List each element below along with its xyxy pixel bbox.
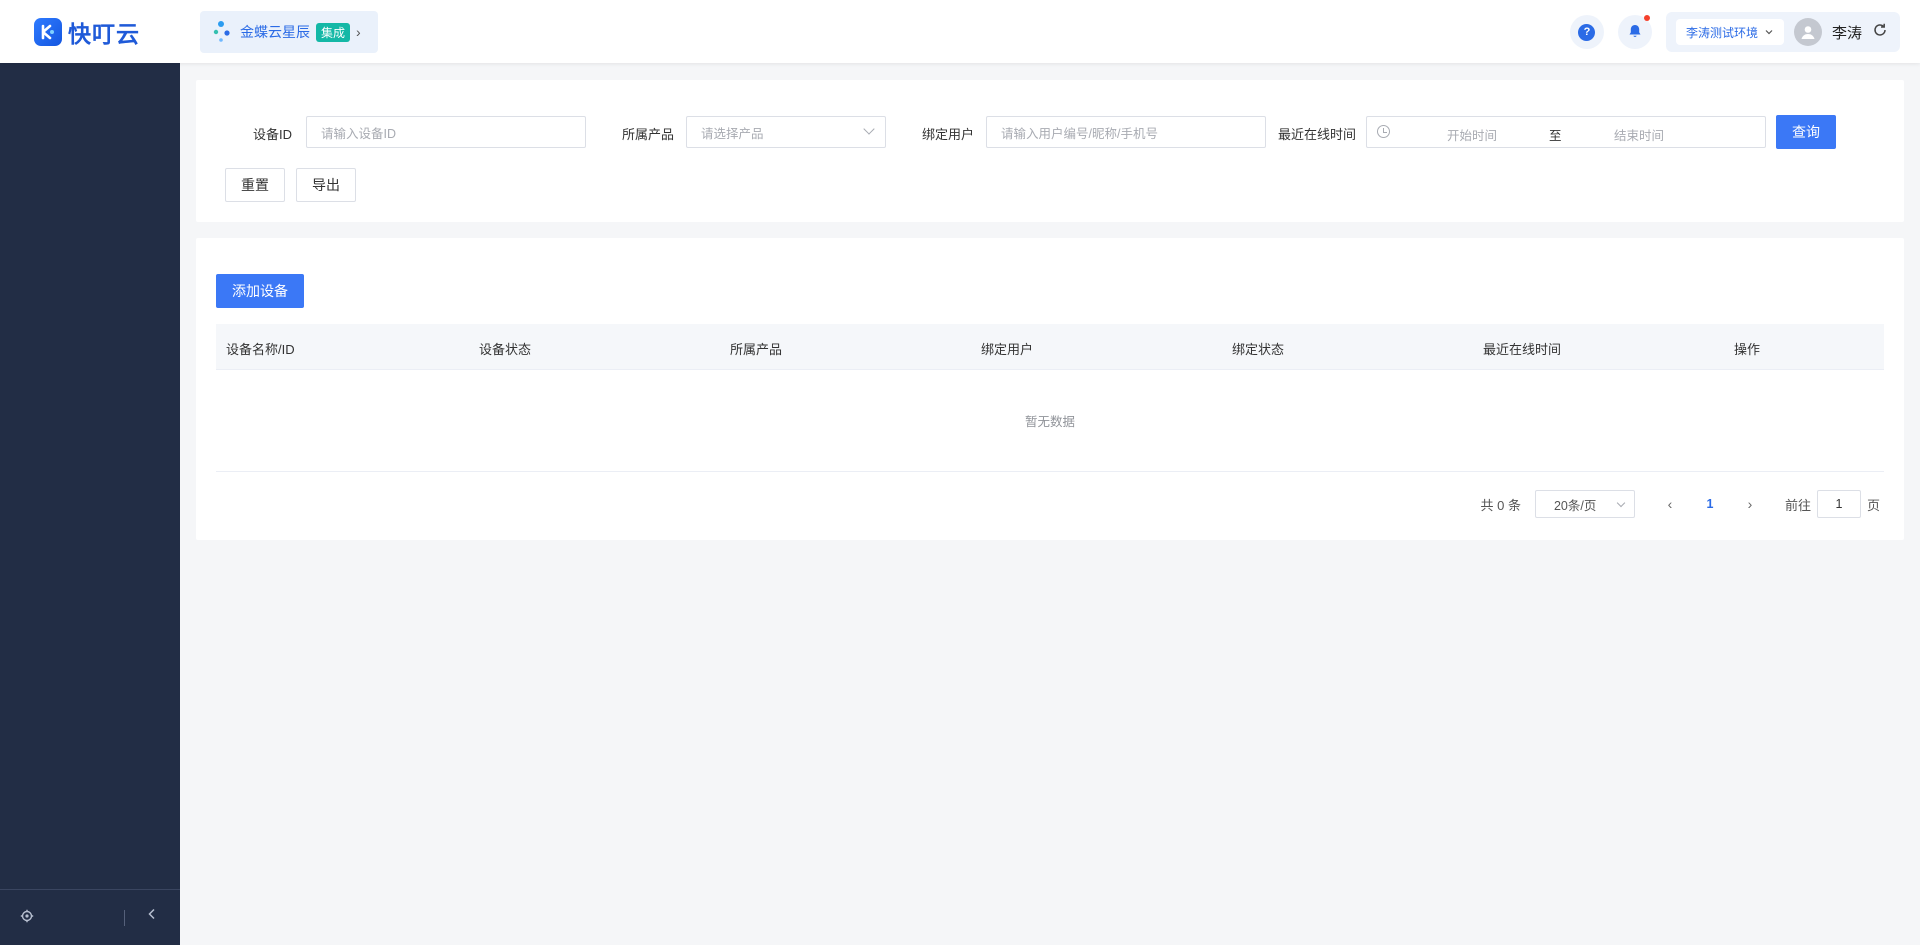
- sidebar-footer: [0, 889, 180, 945]
- avatar-icon[interactable]: [1793, 18, 1822, 46]
- pagination: 共 0 条 20条/页 ‹ 1 › 前往 页: [1480, 490, 1880, 518]
- logo-text: 快叮云: [68, 21, 140, 47]
- range-separator: 至: [1549, 129, 1562, 143]
- environment-label: 李涛测试环境: [1685, 25, 1758, 40]
- add-device-button[interactable]: 添加设备: [216, 274, 304, 308]
- query-button[interactable]: 查询: [1776, 115, 1836, 149]
- clock-icon: [1377, 125, 1390, 138]
- help-icon: ?: [1578, 23, 1596, 41]
- page-number-current[interactable]: 1: [1695, 497, 1725, 511]
- bell-icon: [1627, 23, 1643, 42]
- reset-button[interactable]: 重置: [225, 168, 285, 202]
- logo-icon: [34, 18, 62, 46]
- help-button[interactable]: ?: [1569, 15, 1604, 49]
- environment-select[interactable]: 李涛测试环境: [1675, 19, 1784, 45]
- header-actions: ? 李涛测试环境 李涛: [1569, 12, 1900, 52]
- table-header-cell: 设备名称/ID: [226, 342, 295, 357]
- notification-dot: [1643, 15, 1650, 21]
- table-header-cell: 绑定状态: [1232, 342, 1285, 357]
- page-size-value: 20条/页: [1553, 498, 1597, 513]
- table-header: 设备名称/ID 设备状态 所属产品 绑定用户 绑定状态 最近在线时间 操作: [216, 324, 1884, 370]
- table-header-cell: 所属产品: [730, 342, 783, 357]
- chevron-down-icon: [863, 123, 875, 135]
- notification-button[interactable]: [1617, 15, 1652, 49]
- page-suffix: 页: [1866, 497, 1880, 513]
- start-time-input[interactable]: 开始时间: [1447, 125, 1497, 144]
- chevron-down-icon: [1616, 498, 1626, 508]
- logo[interactable]: 快叮云: [34, 17, 140, 47]
- pagination-total: 共 0 条: [1480, 497, 1521, 513]
- last-online-label: 最近在线时间: [1278, 127, 1357, 142]
- chevron-down-icon: [1765, 30, 1773, 35]
- bind-user-label: 绑定用户: [922, 127, 975, 142]
- sidebar: [0, 63, 180, 945]
- table-header-cell: 设备状态: [479, 342, 532, 357]
- top-header: 快叮云 金蝶云星辰 集成 › ? 李涛测试环境 李涛: [0, 0, 1920, 63]
- table-header-cell: 操作: [1734, 342, 1761, 357]
- brand-tag-badge: 集成: [316, 22, 351, 42]
- device-id-placeholder: 请输入设备ID: [321, 126, 397, 141]
- filter-panel: 设备ID 请输入设备ID 所属产品 请选择产品 绑定用户 请输入用户编号/昵称/…: [196, 80, 1904, 222]
- next-page-icon[interactable]: ›: [1735, 496, 1765, 512]
- product-label: 所属产品: [622, 127, 675, 142]
- last-online-range[interactable]: 开始时间 至 结束时间: [1366, 116, 1766, 148]
- user-name[interactable]: 李涛: [1832, 22, 1862, 43]
- chevron-right-icon: ›: [356, 24, 361, 40]
- end-time-input[interactable]: 结束时间: [1614, 125, 1664, 144]
- user-area: 李涛测试环境 李涛: [1665, 12, 1900, 52]
- product-placeholder: 请选择产品: [701, 126, 764, 141]
- brand-switcher[interactable]: 金蝶云星辰 集成 ›: [200, 11, 378, 53]
- export-button[interactable]: 导出: [296, 168, 356, 202]
- product-select[interactable]: 请选择产品: [686, 116, 886, 148]
- table-header-cell: 最近在线时间: [1483, 342, 1562, 357]
- table-header-cell: 绑定用户: [981, 342, 1034, 357]
- page-size-select[interactable]: 20条/页: [1534, 490, 1635, 518]
- bind-user-placeholder: 请输入用户编号/昵称/手机号: [1001, 126, 1158, 141]
- device-id-label: 设备ID: [253, 127, 293, 142]
- collapse-icon[interactable]: [146, 907, 158, 925]
- brand-name: 金蝶云星辰: [240, 24, 310, 40]
- bind-user-input[interactable]: 请输入用户编号/昵称/手机号: [986, 116, 1266, 148]
- goto-label: 前往: [1784, 497, 1811, 513]
- brand-dots-icon: [212, 19, 234, 46]
- device-id-input[interactable]: 请输入设备ID: [306, 116, 586, 148]
- refresh-icon[interactable]: [1872, 22, 1888, 43]
- sidebar-footer-divider: [124, 910, 125, 926]
- device-table-panel: 添加设备 设备名称/ID 设备状态 所属产品 绑定用户 绑定状态 最近在线时间 …: [196, 238, 1904, 540]
- table-empty-state: 暂无数据: [216, 370, 1884, 472]
- gear-icon[interactable]: [20, 909, 34, 926]
- prev-page-icon[interactable]: ‹: [1655, 496, 1685, 512]
- goto-page-input[interactable]: [1816, 490, 1861, 518]
